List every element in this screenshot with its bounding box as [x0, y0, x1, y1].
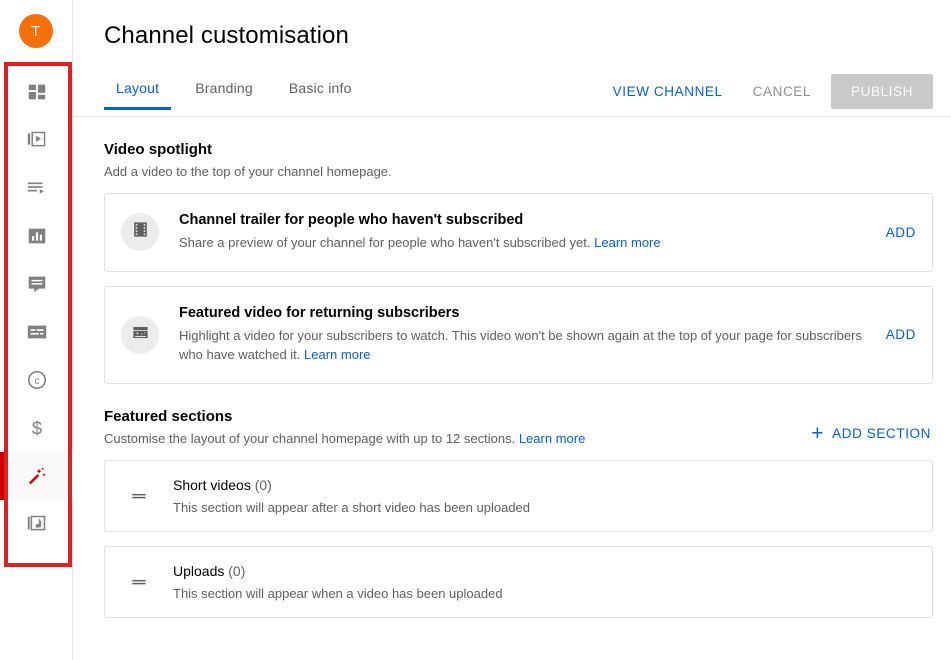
section-row-short-videos[interactable]: Short videos (0) This section will appea…: [104, 460, 933, 532]
card-description-text: Share a preview of your channel for peop…: [179, 235, 591, 250]
section-row-description: This section will appear when a video ha…: [173, 586, 503, 601]
video-spotlight-subtitle: Add a video to the top of your channel h…: [104, 164, 933, 179]
featured-video-card: Featured video for returning subscribers…: [104, 286, 933, 384]
featured-sections-subtitle: Customise the layout of your channel hom…: [104, 431, 809, 446]
featured-sections-header: Featured sections Customise the layout o…: [104, 384, 933, 446]
featured-sections-title: Featured sections: [104, 408, 809, 425]
page-title: Channel customisation: [104, 22, 951, 50]
add-featured-video-button[interactable]: ADD: [886, 327, 916, 342]
sidebar-item-subtitles[interactable]: [0, 308, 73, 356]
tabs: Layout Branding Basic info: [104, 70, 376, 110]
section-row-title: Uploads (0): [173, 563, 503, 579]
learn-more-link[interactable]: Learn more: [304, 347, 370, 362]
card-description-text: Highlight a video for your subscribers t…: [179, 328, 862, 362]
channel-trailer-card: Channel trailer for people who haven't s…: [104, 193, 933, 272]
tab-branding[interactable]: Branding: [183, 70, 265, 110]
section-row-uploads[interactable]: Uploads (0) This section will appear whe…: [104, 546, 933, 618]
sidebar-item-audio-library[interactable]: [0, 500, 73, 548]
drag-handle-icon[interactable]: [121, 486, 157, 506]
cancel-button[interactable]: CANCEL: [743, 75, 821, 108]
youtube-studio-window: T: [0, 0, 951, 660]
tab-basic-info[interactable]: Basic info: [277, 70, 364, 110]
publish-button[interactable]: PUBLISH: [831, 74, 933, 109]
card-description: Highlight a video for your subscribers t…: [179, 327, 870, 365]
comments-icon: [26, 273, 48, 295]
sidebar-item-copyright[interactable]: c: [0, 356, 73, 404]
sidebar-nav: c $: [0, 62, 72, 548]
section-row-body: Uploads (0) This section will appear whe…: [173, 563, 503, 601]
analytics-bar-chart-icon: [26, 225, 48, 247]
tabs-bar: Layout Branding Basic info VIEW CHANNEL …: [73, 70, 951, 117]
content-video-icon: [26, 129, 48, 151]
section-count: (0): [228, 563, 245, 579]
svg-text:c: c: [34, 376, 39, 387]
section-row-body: Short videos (0) This section will appea…: [173, 477, 530, 515]
main-content: Channel customisation Layout Branding Ba…: [73, 0, 951, 660]
svg-text:$: $: [31, 417, 41, 438]
section-row-title: Short videos (0): [173, 477, 530, 493]
featured-sections-header-text: Featured sections Customise the layout o…: [104, 384, 809, 446]
add-section-button[interactable]: + ADD SECTION: [809, 419, 933, 446]
card-title: Channel trailer for people who haven't s…: [179, 212, 870, 228]
section-row-description: This section will appear after a short v…: [173, 500, 530, 515]
playlists-icon: [26, 177, 48, 199]
dashboard-icon: [26, 81, 48, 103]
learn-more-link[interactable]: Learn more: [519, 431, 585, 446]
card-body: Channel trailer for people who haven't s…: [179, 212, 870, 253]
page-header: Channel customisation: [73, 0, 951, 50]
layout-content: Video spotlight Add a video to the top o…: [73, 141, 951, 618]
card-icon-container: [121, 316, 159, 354]
earn-dollar-icon: $: [26, 417, 48, 439]
card-description: Share a preview of your channel for peop…: [179, 234, 870, 253]
add-trailer-button[interactable]: ADD: [886, 225, 916, 240]
film-strip-icon: [131, 220, 150, 244]
add-section-label: ADD SECTION: [832, 426, 931, 441]
drag-handle-icon[interactable]: [121, 572, 157, 592]
featured-sections-subtitle-text: Customise the layout of your channel hom…: [104, 431, 515, 446]
clapperboard-sparkle-icon: [131, 323, 150, 347]
sidebar-item-earn[interactable]: $: [0, 404, 73, 452]
video-spotlight-title: Video spotlight: [104, 141, 933, 158]
view-channel-button[interactable]: VIEW CHANNEL: [603, 75, 733, 108]
sidebar-item-comments[interactable]: [0, 260, 73, 308]
sidebar-item-content[interactable]: [0, 116, 73, 164]
learn-more-link[interactable]: Learn more: [594, 235, 660, 250]
sidebar-item-analytics[interactable]: [0, 212, 73, 260]
avatar-container: T: [0, 0, 72, 62]
sidebar-item-dashboard[interactable]: [0, 68, 73, 116]
header-actions: VIEW CHANNEL CANCEL PUBLISH: [603, 70, 933, 109]
copyright-icon: c: [26, 369, 48, 391]
avatar[interactable]: T: [19, 14, 53, 48]
section-name: Uploads: [173, 563, 224, 579]
card-icon-container: [121, 213, 159, 251]
card-body: Featured video for returning subscribers…: [179, 305, 870, 365]
left-sidebar: T: [0, 0, 73, 660]
tab-layout[interactable]: Layout: [104, 70, 171, 110]
subtitles-icon: [26, 321, 48, 343]
plus-icon: +: [811, 423, 824, 444]
sidebar-item-customisation[interactable]: [0, 452, 73, 500]
section-name: Short videos: [173, 477, 251, 493]
card-title: Featured video for returning subscribers: [179, 305, 870, 321]
sidebar-item-playlists[interactable]: [0, 164, 73, 212]
audio-library-icon: [26, 513, 48, 535]
section-count: (0): [255, 477, 272, 493]
magic-wand-customisation-icon: [26, 465, 48, 487]
